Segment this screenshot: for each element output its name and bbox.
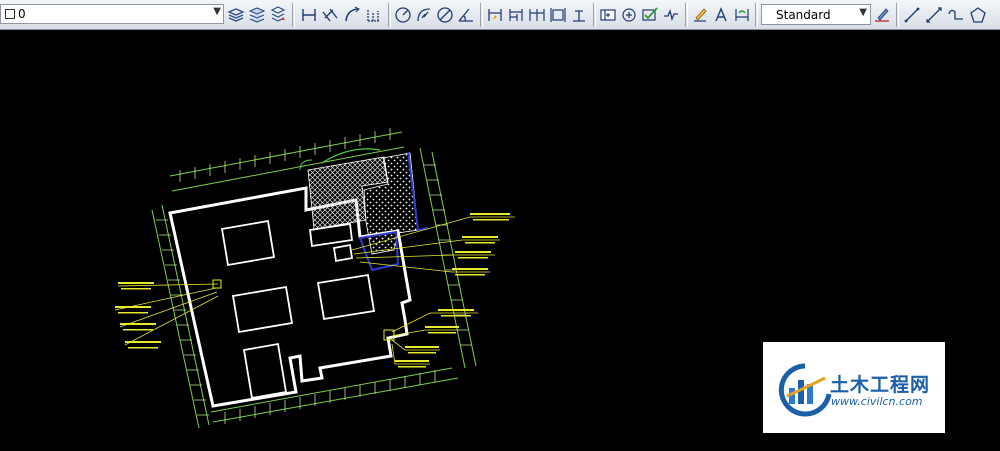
diameter-dimension-icon[interactable]: [435, 5, 455, 25]
linear-dimension-icon[interactable]: [299, 5, 319, 25]
separator: [292, 3, 295, 27]
layer-value: 0: [18, 7, 26, 21]
center-mark-icon[interactable]: [619, 5, 639, 25]
polygon-icon[interactable]: [968, 5, 988, 25]
layer-state-icon[interactable]: [247, 5, 267, 25]
watermark-title: 土木工程网: [830, 374, 931, 396]
line-icon[interactable]: [902, 5, 922, 25]
layer-color-swatch: [5, 9, 15, 19]
polyline-icon[interactable]: [946, 5, 966, 25]
separator: [755, 3, 758, 27]
civilcn-logo-icon: [778, 363, 832, 417]
watermark-url: www.civilcn.com: [831, 395, 923, 408]
quick-dimension-icon[interactable]: [485, 5, 505, 25]
separator: [896, 3, 899, 27]
separator: [685, 3, 688, 27]
jogged-linear-icon[interactable]: [661, 5, 681, 25]
aligned-dimension-icon[interactable]: [320, 5, 340, 25]
separator: [593, 3, 596, 27]
layer-previous-icon[interactable]: [268, 5, 288, 25]
dimension-update-icon[interactable]: [732, 5, 752, 25]
text-style-icon[interactable]: [872, 5, 892, 25]
text-style-dropdown[interactable]: Standard ▼: [761, 4, 871, 25]
chevron-down-icon[interactable]: ▼: [213, 6, 221, 17]
radius-dimension-icon[interactable]: [393, 5, 413, 25]
dimension-edit-icon[interactable]: [690, 5, 710, 25]
dimension-break-icon[interactable]: [569, 5, 589, 25]
arc-length-icon[interactable]: [342, 5, 362, 25]
continue-dimension-icon[interactable]: [527, 5, 547, 25]
tolerance-icon[interactable]: [598, 5, 618, 25]
watermark-logo: 土木工程网 www.civilcn.com: [763, 342, 945, 433]
separator: [480, 3, 483, 27]
angular-dimension-icon[interactable]: [456, 5, 476, 25]
layer-dropdown[interactable]: 0 ▼: [0, 4, 224, 24]
layer-properties-icon[interactable]: [226, 5, 246, 25]
jogged-icon[interactable]: [414, 5, 434, 25]
toolbar: 0 ▼ Standard ▼: [0, 0, 1000, 30]
construction-line-icon[interactable]: [924, 5, 944, 25]
inspection-icon[interactable]: [640, 5, 660, 25]
dimension-text-edit-icon[interactable]: [711, 5, 731, 25]
dimension-space-icon[interactable]: [548, 5, 568, 25]
text-style-value: Standard: [776, 7, 831, 22]
separator: [388, 3, 391, 27]
baseline-dimension-icon[interactable]: [506, 5, 526, 25]
ordinate-dimension-icon[interactable]: [364, 5, 384, 25]
chevron-down-icon[interactable]: ▼: [859, 7, 867, 18]
